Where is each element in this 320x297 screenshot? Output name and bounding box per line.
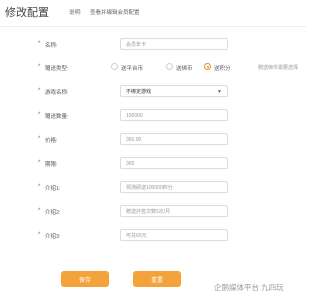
intro2-label: 介绍2: <box>45 210 61 216</box>
form-row-name: * 名称: 会员年卡 <box>0 38 306 52</box>
description-label: 说明: <box>69 10 82 16</box>
intro2-input[interactable]: 赠送外签次数5次/月 <box>120 205 228 217</box>
radio-label: 送绑币 <box>176 66 193 72</box>
gift-type-hint: 赠送绑币需要选择 <box>258 65 299 71</box>
intro1-input[interactable]: 领测即送100000积分 <box>120 181 228 193</box>
description-text: 查看并编辑会员配置 <box>90 10 140 16</box>
period-input[interactable]: 365 <box>120 157 228 169</box>
required-marker: * <box>38 136 41 142</box>
page-header: 修改配置 说明: 查看并编辑会员配置 <box>0 0 306 27</box>
required-marker: * <box>38 88 41 94</box>
form-row-gift-quantity: * 赠送数量: 100000 <box>0 109 306 123</box>
price-input[interactable]: 365.00 <box>120 133 228 145</box>
form-row-intro2: * 介绍2: 赠送外签次数5次/月 <box>0 205 306 219</box>
required-marker: * <box>38 160 41 166</box>
name-label: 名称: <box>45 43 58 49</box>
intro3-label: 介绍3: <box>45 234 61 240</box>
game-name-select[interactable]: 不绑定游戏 ▼ <box>120 85 228 97</box>
radio-label: 送积分 <box>214 66 231 72</box>
game-name-value: 不绑定游戏 <box>126 89 152 95</box>
radio-circle-selected[interactable] <box>204 63 211 70</box>
intro3-input[interactable]: 可兑65元 <box>120 229 228 241</box>
name-input[interactable]: 会员年卡 <box>120 38 228 50</box>
required-marker: * <box>38 64 41 70</box>
form-row-intro3: * 介绍3: 可兑65元 <box>0 229 306 243</box>
form-row-period: * 期限: 365 <box>0 157 306 171</box>
form-row-gift-type: * 赠送类型: 送平台币 送绑币 送积分 赠送绑币需要选择 <box>0 61 306 75</box>
watermark: 企鹅媒体平台 九四玩 <box>214 283 284 292</box>
required-marker: * <box>38 208 41 214</box>
save-button[interactable]: 保存 <box>61 271 109 287</box>
radio-circle[interactable] <box>111 63 118 70</box>
required-marker: * <box>38 112 41 118</box>
gift-type-label: 赠送类型: <box>45 66 69 72</box>
gift-quantity-label: 赠送数量: <box>45 114 69 120</box>
radio-label: 送平台币 <box>121 66 144 72</box>
radio-circle[interactable] <box>166 63 173 70</box>
required-marker: * <box>38 41 41 47</box>
game-name-label: 游戏名称: <box>45 90 69 96</box>
form-row-intro1: * 介绍1: 领测即送100000积分 <box>0 181 306 195</box>
form-row-game-name: * 游戏名称: 不绑定游戏 ▼ <box>0 85 306 99</box>
required-marker: * <box>38 232 41 238</box>
period-label: 期限: <box>45 162 58 168</box>
price-label: 价格: <box>45 138 58 144</box>
page-title: 修改配置 <box>5 7 49 19</box>
form-row-price: * 价格: 365.00 <box>0 133 306 147</box>
intro1-label: 介绍1: <box>45 186 61 192</box>
required-marker: * <box>38 184 41 190</box>
gift-quantity-input[interactable]: 100000 <box>120 109 228 121</box>
reset-button[interactable]: 重置 <box>133 271 181 287</box>
caret-down-icon: ▼ <box>217 89 222 95</box>
